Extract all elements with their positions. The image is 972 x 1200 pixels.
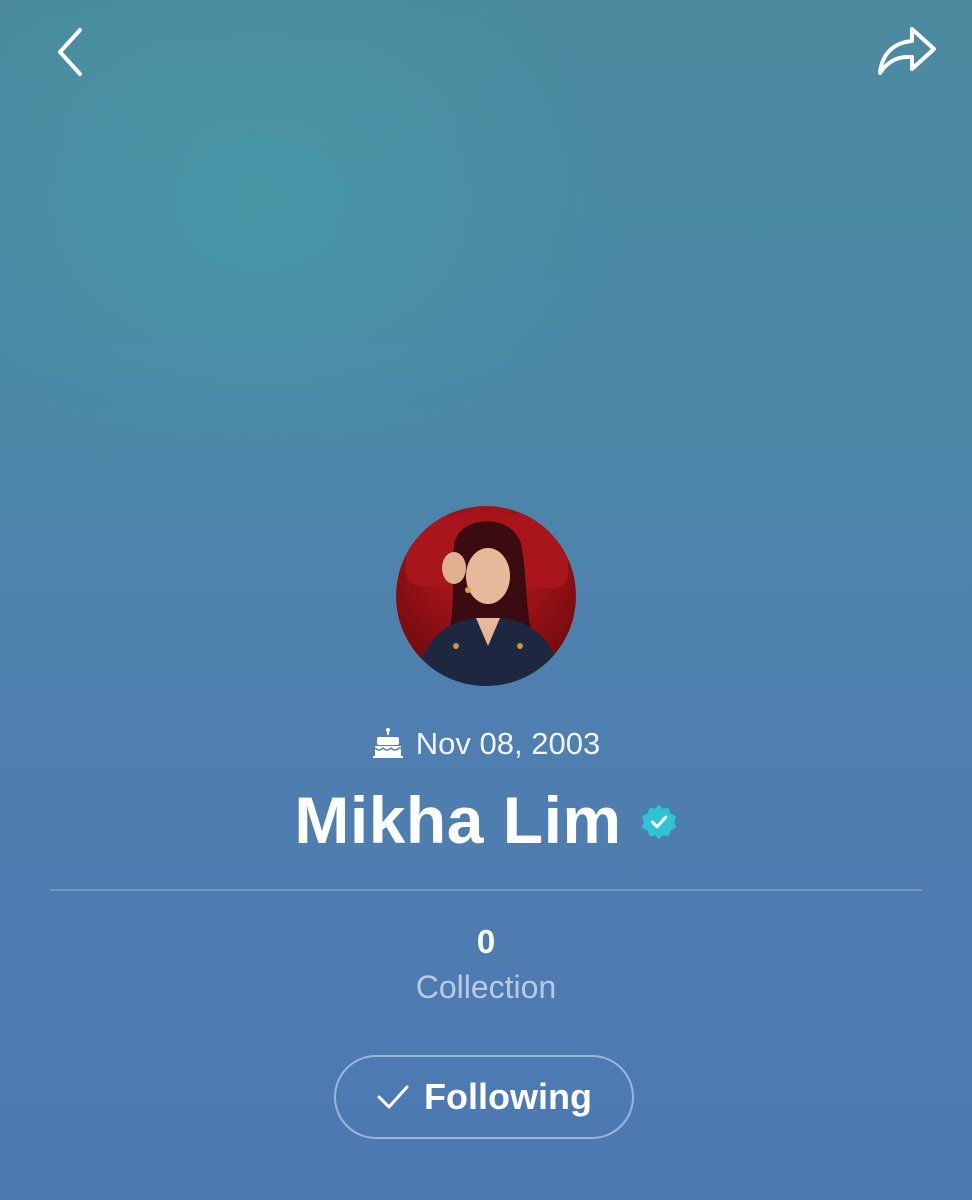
following-button[interactable]: Following bbox=[334, 1055, 634, 1139]
birthday-row: Nov 08, 2003 bbox=[0, 722, 972, 766]
profile-name: Mikha Lim bbox=[294, 783, 622, 857]
collection-stat[interactable]: 0 Collection bbox=[336, 918, 636, 1008]
collection-count: 0 bbox=[476, 923, 496, 960]
birthday-cake-icon bbox=[372, 728, 403, 758]
avatar[interactable] bbox=[396, 506, 576, 686]
name-row: Mikha Lim bbox=[0, 778, 972, 862]
birthday-text: Nov 08, 2003 bbox=[415, 726, 601, 761]
following-label: Following bbox=[424, 1076, 592, 1117]
checkmark-icon bbox=[377, 1085, 409, 1109]
profile-section: Nov 08, 2003 Mikha Lim 0 Collection Foll… bbox=[0, 0, 972, 1200]
divider bbox=[50, 889, 922, 891]
collection-label: Collection bbox=[415, 969, 557, 1005]
verified-badge-icon bbox=[641, 804, 676, 840]
profile-photo bbox=[396, 506, 576, 686]
